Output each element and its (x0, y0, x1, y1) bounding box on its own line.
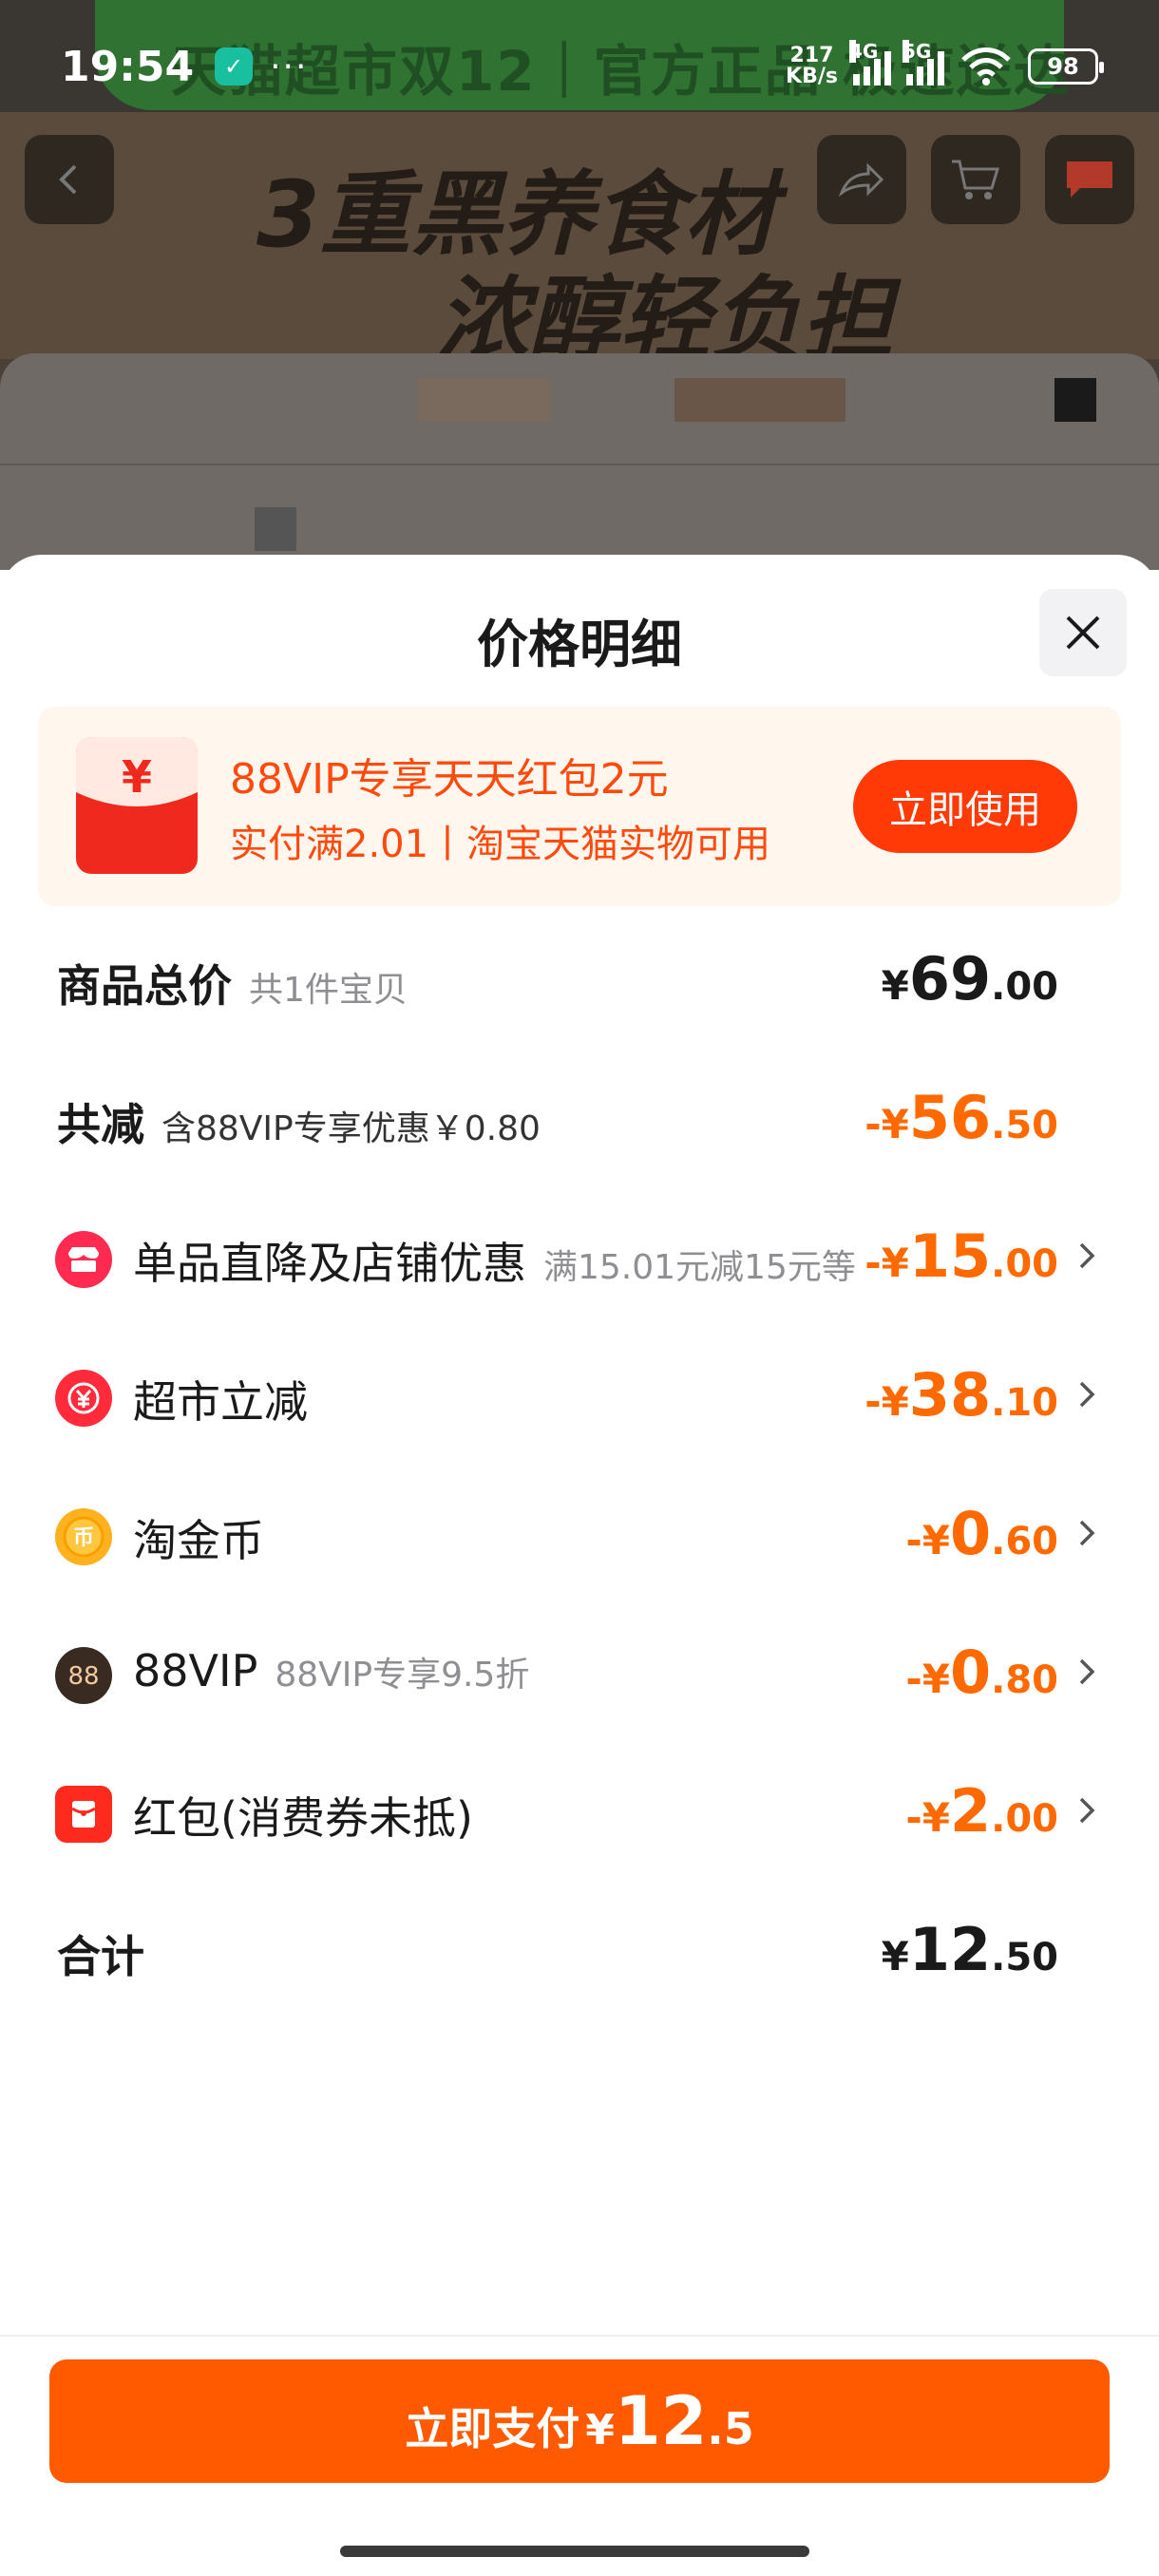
total-discount-label: 共减 含88VIP专享优惠￥0.80 (57, 1099, 541, 1150)
footer-divider (0, 2335, 1159, 2337)
chevron-right-icon (1079, 1520, 1095, 1546)
discount-note: 含88VIP专享优惠￥0.80 (162, 1109, 541, 1148)
chevron-right-icon (1079, 1658, 1095, 1685)
store-icon (55, 1231, 112, 1288)
vip-discount-row[interactable]: 88 88VIP 88VIP专享9.5折 -¥ 0.80 (0, 1624, 1159, 1719)
chevron-right-icon (1079, 1797, 1095, 1824)
cart-button (931, 135, 1020, 224)
message-button (1045, 135, 1134, 224)
blurred-text (1054, 378, 1096, 422)
total-discount-row: 共减 含88VIP专享优惠￥0.80 -¥ 56.50 (0, 1070, 1159, 1165)
chevron-right-icon (1079, 1381, 1095, 1408)
market-discount-label: 超市立减 (133, 1376, 308, 1428)
taojinbi-price: -¥ 0.60 (905, 1499, 1058, 1568)
vip-discount-label: 88VIP 88VIP专享9.5折 (133, 1645, 530, 1696)
goods-count-note: 共1件宝贝 (249, 971, 408, 1010)
signal-5g-icon: 5G (902, 40, 944, 85)
svg-text:88: 88 (67, 1662, 99, 1691)
status-bar: 19:54 ✓ ··· 217 KB/s 4G 5G 98 (0, 0, 1159, 133)
background-divider (0, 464, 1159, 465)
market-discount-icon (55, 1370, 112, 1427)
message-icon (1067, 161, 1112, 198)
goods-total-label: 商品总价 共1件宝贝 (57, 960, 408, 1012)
network-speed: 217 KB/s (786, 44, 838, 88)
promo-title: 88VIP专享天天红包2元 (230, 755, 669, 804)
price-detail-sheet: 价格明细 ¥ 88VIP专享天天红包2元 实付满2.01丨淘宝天猫实物可用 立即… (0, 555, 1159, 2576)
shop-discount-note: 满15.01元减15元等 (543, 1248, 856, 1287)
status-time: 19:54 (61, 42, 195, 91)
svg-text:¥: ¥ (122, 751, 152, 803)
blurred-text (255, 507, 296, 551)
sum-row: 合计 ¥12.50 (0, 1902, 1159, 1997)
sheet-title: 价格明细 (477, 615, 682, 674)
share-icon (838, 162, 884, 198)
app-notification-icon: ✓ (215, 47, 254, 85)
close-button[interactable] (1039, 589, 1127, 676)
taojinbi-label: 淘金币 (133, 1515, 264, 1566)
red-packet-price: -¥ 2.00 (905, 1776, 1058, 1846)
status-indicators: 217 KB/s 4G 5G 98 (786, 40, 1104, 88)
vip-discount-note: 88VIP专享9.5折 (275, 1656, 530, 1695)
home-indicator[interactable] (340, 2546, 809, 2557)
share-button (817, 135, 906, 224)
more-notifications-icon: ··· (270, 47, 309, 86)
chevron-right-icon (1079, 1242, 1095, 1269)
red-packet-small-icon (55, 1786, 112, 1843)
coin-icon: 币 (55, 1508, 112, 1565)
back-arrow-icon (59, 164, 77, 195)
signal-4g-icon: 4G (849, 40, 891, 85)
back-button (25, 135, 114, 224)
battery-icon: 98 (1028, 48, 1104, 85)
sum-label: 合计 (57, 1931, 144, 1982)
goods-total-price: ¥69.00 (881, 944, 1058, 1013)
blurred-text (674, 378, 846, 422)
red-packet-label: 红包(消费券未抵) (133, 1792, 473, 1844)
wifi-icon (961, 47, 1011, 85)
shop-discount-price: -¥ 15.00 (864, 1222, 1058, 1291)
use-now-button[interactable]: 立即使用 (853, 760, 1077, 853)
market-discount-row[interactable]: 超市立减 -¥ 38.10 (0, 1347, 1159, 1442)
blurred-text (418, 378, 551, 422)
red-packet-row[interactable]: 红包(消费券未抵) -¥ 2.00 (0, 1763, 1159, 1858)
vip-red-packet-banner[interactable]: ¥ 88VIP专享天天红包2元 实付满2.01丨淘宝天猫实物可用 立即使用 (38, 707, 1121, 906)
red-packet-icon: ¥ (76, 737, 198, 874)
vip-discount-price: -¥ 0.80 (905, 1638, 1058, 1707)
pay-now-button[interactable]: 立即支付 ¥ 12 .5 (49, 2359, 1110, 2483)
goods-total-row: 商品总价 共1件宝贝 ¥69.00 (0, 931, 1159, 1026)
promo-subtitle: 实付满2.01丨淘宝天猫实物可用 (230, 823, 771, 866)
svg-text:币: 币 (73, 1526, 94, 1550)
cart-icon (952, 160, 1000, 199)
taojinbi-row[interactable]: 币 淘金币 -¥ 0.60 (0, 1486, 1159, 1581)
vip-88-icon: 88 (55, 1647, 112, 1704)
shop-discount-label: 单品直降及店铺优惠 满15.01元减15元等 (133, 1238, 856, 1289)
close-icon (1066, 616, 1100, 650)
background-address-card (0, 353, 1159, 570)
sum-price: ¥12.50 (881, 1915, 1058, 1984)
shop-discount-row[interactable]: 单品直降及店铺优惠 满15.01元减15元等 -¥ 15.00 (0, 1208, 1159, 1303)
total-discount-price: -¥ 56.50 (864, 1083, 1058, 1152)
market-discount-price: -¥ 38.10 (864, 1360, 1058, 1430)
